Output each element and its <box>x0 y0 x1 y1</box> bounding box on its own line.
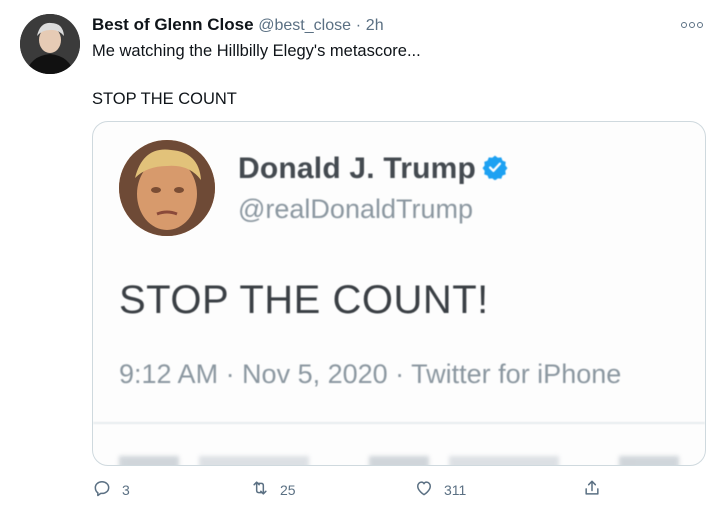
timestamp[interactable]: 2h <box>366 17 384 34</box>
embedded-tweet-text: STOP THE COUNT! <box>119 278 489 322</box>
retweet-button[interactable]: 25 <box>250 478 296 501</box>
embedded-tweet-meta: 9:12 AM · Nov 5, 2020 · Twitter for iPho… <box>119 359 622 389</box>
reply-icon <box>92 478 112 501</box>
more-icon[interactable] <box>681 14 703 36</box>
like-count: 311 <box>444 481 467 498</box>
tweet[interactable]: Best of Glenn Close @best_close · 2h Me … <box>0 0 723 512</box>
tweet-text-line1: Me watching the Hillbilly Elegy's metasc… <box>92 42 421 60</box>
embedded-avatar <box>119 140 215 236</box>
tweet-header: Best of Glenn Close @best_close · 2h <box>92 14 384 37</box>
share-button[interactable] <box>582 478 602 501</box>
retweet-count: 25 <box>280 481 296 498</box>
reply-button[interactable]: 3 <box>92 478 130 501</box>
embedded-divider <box>93 422 705 424</box>
embedded-image-card[interactable]: Donald J. Trump @realDonaldTrump STOP TH… <box>92 121 706 466</box>
action-bar: 3 25 311 <box>92 478 612 502</box>
handle[interactable]: @best_close <box>258 17 351 34</box>
share-icon <box>582 478 602 501</box>
like-icon <box>414 478 434 501</box>
embedded-handle: @realDonaldTrump <box>238 194 473 224</box>
like-button[interactable]: 311 <box>414 478 466 501</box>
tweet-text-line2: STOP THE COUNT <box>92 90 237 108</box>
embedded-faded-stats <box>119 456 679 465</box>
verified-badge-icon <box>482 154 508 188</box>
embedded-name-text: Donald J. Trump <box>238 152 477 185</box>
display-name[interactable]: Best of Glenn Close <box>92 15 254 34</box>
separator-dot: · <box>355 17 362 34</box>
reply-count: 3 <box>122 481 130 498</box>
retweet-icon <box>250 478 270 501</box>
embedded-display-name: Donald J. Trump <box>238 152 508 188</box>
author-avatar[interactable] <box>20 14 80 74</box>
